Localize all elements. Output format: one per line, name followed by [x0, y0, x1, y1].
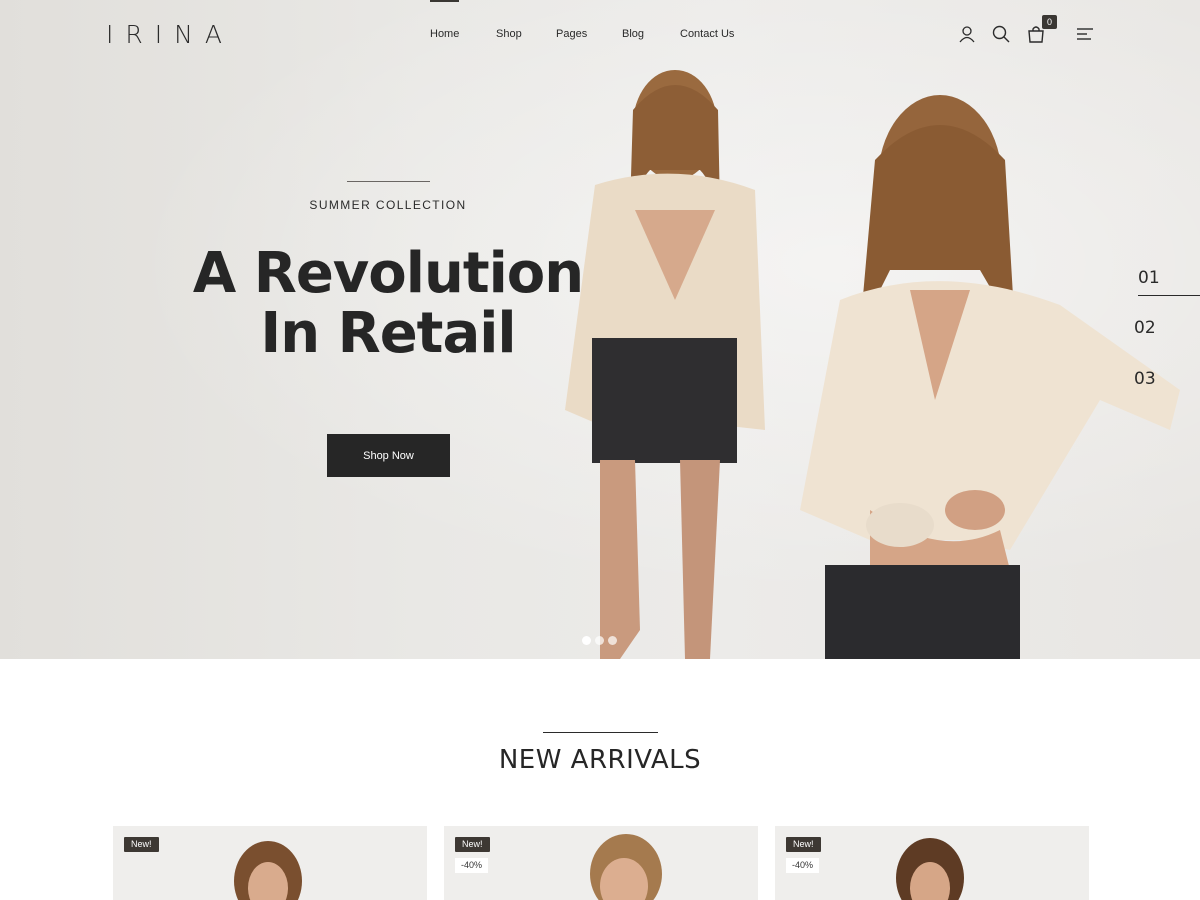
left-model — [565, 70, 765, 659]
carousel-dot-1[interactable] — [582, 636, 591, 645]
slide-number-1[interactable]: 01 — [1138, 268, 1160, 288]
menu-icon[interactable] — [1076, 24, 1096, 44]
cart-count-badge: 0 — [1042, 15, 1057, 29]
product-card[interactable]: New! -40% — [444, 826, 758, 900]
hero-models-image — [565, 70, 1180, 659]
discount-badge: -40% — [455, 858, 489, 873]
product-image — [590, 834, 662, 900]
slide-number-3[interactable]: 03 — [1134, 369, 1156, 389]
product-image — [896, 838, 964, 900]
hero-title-line-2: In Retail — [260, 301, 516, 366]
active-slide-indicator — [1138, 295, 1200, 296]
discount-badge: -40% — [786, 858, 820, 873]
new-arrivals-title: NEW ARRIVALS — [498, 745, 702, 775]
product-image — [234, 841, 302, 900]
section-divider — [543, 732, 658, 733]
new-badge: New! — [786, 837, 821, 852]
product-card[interactable]: New! — [113, 826, 427, 900]
new-badge: New! — [455, 837, 490, 852]
nav-home[interactable]: Home — [430, 0, 460, 40]
product-card[interactable]: New! -40% — [775, 826, 1089, 900]
hero-subtitle: SUMMER COLLECTION — [309, 198, 467, 212]
nav-blog[interactable]: Blog — [622, 28, 644, 40]
nav-pages[interactable]: Pages — [556, 28, 587, 40]
hero-title: A Revolution In Retail — [188, 244, 588, 364]
new-badge: New! — [124, 837, 159, 852]
right-model — [800, 95, 1180, 659]
shop-now-button[interactable]: Shop Now — [327, 434, 450, 477]
hero-divider — [347, 181, 430, 182]
nav-shop[interactable]: Shop — [496, 28, 522, 40]
hero-title-line-1: A Revolution — [192, 241, 584, 306]
carousel-dot-2[interactable] — [595, 636, 604, 645]
brand-logo[interactable]: IRINA — [106, 20, 234, 49]
slide-number-2[interactable]: 02 — [1134, 318, 1156, 338]
nav-contact-us[interactable]: Contact Us — [680, 28, 734, 40]
search-icon[interactable] — [991, 24, 1011, 44]
site-header: IRINA Home Shop Pages Blog Contact Us 0 — [0, 0, 1200, 70]
user-icon[interactable] — [957, 24, 977, 44]
hero-banner: IRINA Home Shop Pages Blog Contact Us 0 … — [0, 0, 1200, 659]
carousel-dot-3[interactable] — [608, 636, 617, 645]
